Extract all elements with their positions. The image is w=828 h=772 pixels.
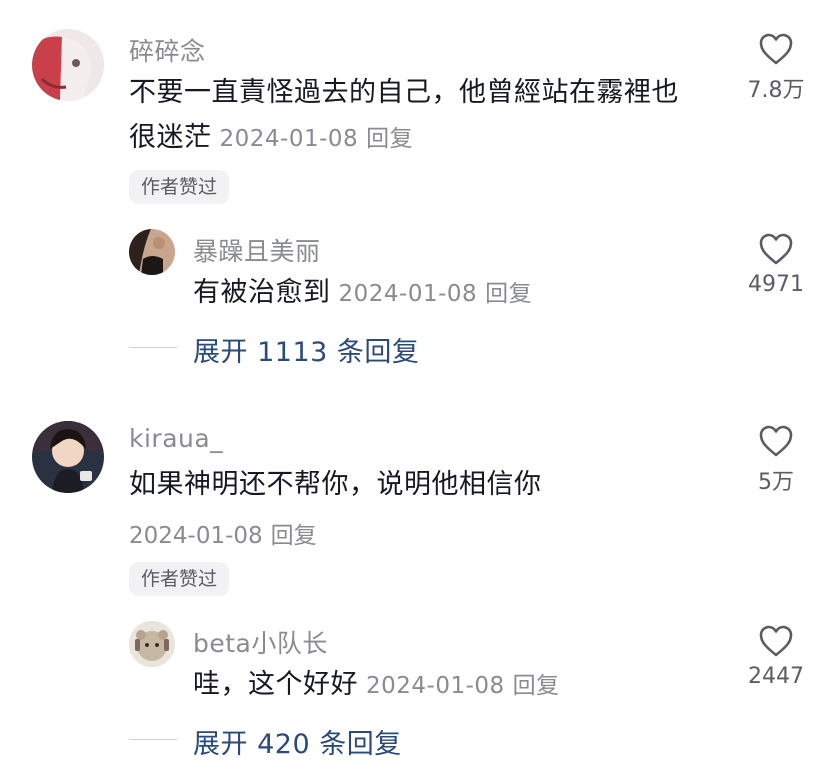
like-button[interactable]: 2447 — [731, 624, 821, 689]
heart-outline-icon[interactable] — [758, 232, 794, 266]
reply-button[interactable]: 回复 — [366, 126, 413, 152]
like-count: 5万 — [758, 470, 794, 495]
reply-text-content: 有被治愈到 — [193, 277, 331, 308]
reply-date: 2024-01-08 — [338, 281, 478, 307]
avatar[interactable] — [32, 29, 104, 101]
avatar-image — [32, 29, 104, 101]
like-button[interactable]: 4971 — [731, 232, 821, 297]
reply-button[interactable]: 回复 — [485, 281, 532, 307]
avatar[interactable] — [32, 421, 104, 493]
heart-outline-icon[interactable] — [758, 32, 794, 66]
like-count: 4971 — [748, 272, 804, 297]
comment-text-line: 不要一直責怪過去的自己，他曾經站在霧裡也 — [129, 77, 679, 108]
author-liked-badge: 作者赞过 — [129, 562, 230, 596]
comment-meta: 2024-01-08 回复 — [129, 516, 317, 550]
comment-username[interactable]: 碎碎念 — [129, 32, 206, 68]
reply-button[interactable]: 回复 — [271, 523, 317, 549]
comment-text: 不要一直責怪過去的自己，他曾經站在霧裡也 很迷茫 2024-01-08 回复 — [129, 70, 729, 162]
reply-avatar[interactable] — [129, 229, 175, 275]
heart-outline-icon[interactable] — [758, 424, 794, 458]
reply-avatar[interactable] — [129, 621, 175, 667]
avatar-image — [32, 421, 104, 493]
expand-replies-button[interactable]: 展开 420 条回复 — [193, 722, 402, 761]
like-button[interactable]: 7.8万 — [731, 32, 821, 104]
comment-date: 2024-01-08 — [219, 126, 359, 152]
avatar-image — [129, 229, 175, 275]
like-count: 7.8万 — [747, 78, 805, 103]
reply-text: 有被治愈到 2024-01-08 回复 — [193, 270, 532, 317]
comment-date: 2024-01-08 — [129, 523, 263, 549]
comment-text-line-meta: 很迷茫 2024-01-08 回复 — [129, 115, 729, 162]
divider — [129, 347, 177, 348]
comment-username[interactable]: kiraua_ — [129, 424, 223, 453]
reply-username[interactable]: beta小队长 — [193, 624, 328, 660]
divider — [129, 739, 177, 740]
reply-username[interactable]: 暴躁且美丽 — [193, 232, 321, 268]
comment-text-line: 很迷茫 — [129, 122, 212, 153]
comment-text: 如果神明还不帮你，说明他相信你 — [129, 469, 542, 500]
reply-date: 2024-01-08 — [366, 673, 505, 699]
avatar-image — [129, 621, 175, 667]
expand-replies-button[interactable]: 展开 1113 条回复 — [193, 330, 419, 369]
like-button[interactable]: 5万 — [731, 424, 821, 496]
reply-text: 哇，这个好好 2024-01-08 回复 — [193, 662, 560, 709]
like-count: 2447 — [748, 664, 804, 689]
reply-button[interactable]: 回复 — [513, 673, 560, 699]
author-liked-badge: 作者赞过 — [129, 170, 230, 204]
reply-text-content: 哇，这个好好 — [193, 669, 358, 700]
heart-outline-icon[interactable] — [758, 624, 794, 658]
